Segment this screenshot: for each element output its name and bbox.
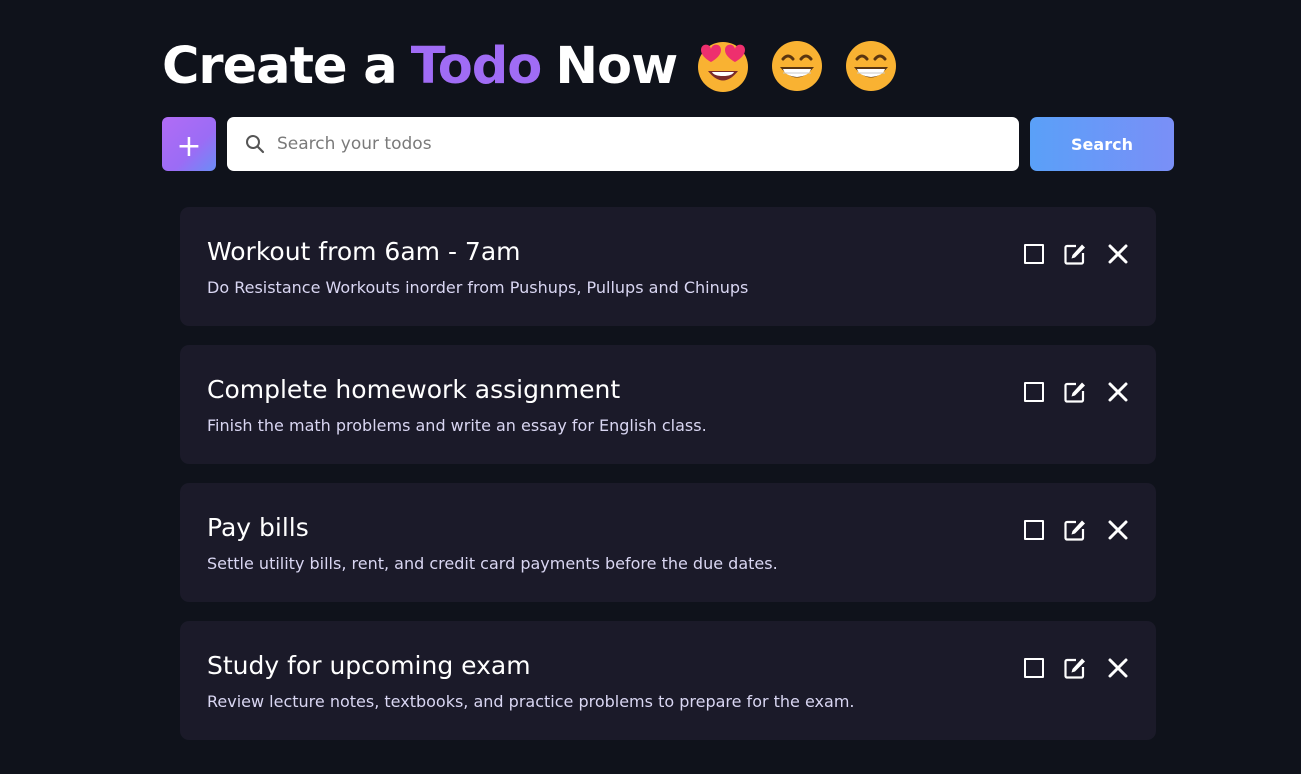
complete-checkbox[interactable] (1024, 658, 1044, 678)
todo-card: Complete homework assignment Finish the … (180, 345, 1156, 464)
toolbar: + Search (162, 117, 1174, 171)
heart-eyes-emoji-icon (695, 38, 751, 94)
todo-actions (1024, 242, 1130, 266)
complete-checkbox[interactable] (1024, 382, 1044, 402)
todo-card: Study for upcoming exam Review lecture n… (180, 621, 1156, 740)
todo-actions (1024, 518, 1130, 542)
todo-page: Create a Todo Now + Search your todos Se… (0, 0, 1301, 774)
todo-description: Do Resistance Workouts inorder from Push… (207, 278, 749, 297)
todo-title: Pay bills (207, 513, 309, 542)
todo-title: Complete homework assignment (207, 375, 621, 404)
close-icon[interactable] (1106, 242, 1130, 266)
todo-title: Workout from 6am - 7am (207, 237, 521, 266)
edit-icon[interactable] (1063, 518, 1087, 542)
plus-icon: + (176, 129, 202, 164)
todo-actions (1024, 380, 1130, 404)
complete-checkbox[interactable] (1024, 244, 1044, 264)
todo-description: Finish the math problems and write an es… (207, 416, 707, 435)
edit-icon[interactable] (1063, 656, 1087, 680)
todo-description: Settle utility bills, rent, and credit c… (207, 554, 778, 573)
title-prefix: Create a (162, 36, 398, 96)
search-icon (245, 134, 265, 154)
add-todo-button[interactable]: + (162, 117, 216, 171)
search-button[interactable]: Search (1030, 117, 1174, 171)
todo-card: Pay bills Settle utility bills, rent, an… (180, 483, 1156, 602)
close-icon[interactable] (1106, 518, 1130, 542)
close-icon[interactable] (1106, 656, 1130, 680)
search-input[interactable] (277, 117, 1007, 171)
todo-actions (1024, 656, 1130, 680)
grinning-emoji-icon (769, 38, 825, 94)
edit-icon[interactable] (1063, 242, 1087, 266)
title-suffix: Now (555, 36, 678, 96)
search-box[interactable] (227, 117, 1019, 171)
todo-title: Study for upcoming exam (207, 651, 531, 680)
todo-list: Workout from 6am - 7am Do Resistance Wor… (180, 207, 1156, 759)
todo-description: Review lecture notes, textbooks, and pra… (207, 692, 855, 711)
title-accent: Todo (410, 36, 543, 96)
grinning-emoji-icon (843, 38, 899, 94)
edit-icon[interactable] (1063, 380, 1087, 404)
close-icon[interactable] (1106, 380, 1130, 404)
complete-checkbox[interactable] (1024, 520, 1044, 540)
page-title: Create a Todo Now (162, 30, 899, 102)
todo-card: Workout from 6am - 7am Do Resistance Wor… (180, 207, 1156, 326)
